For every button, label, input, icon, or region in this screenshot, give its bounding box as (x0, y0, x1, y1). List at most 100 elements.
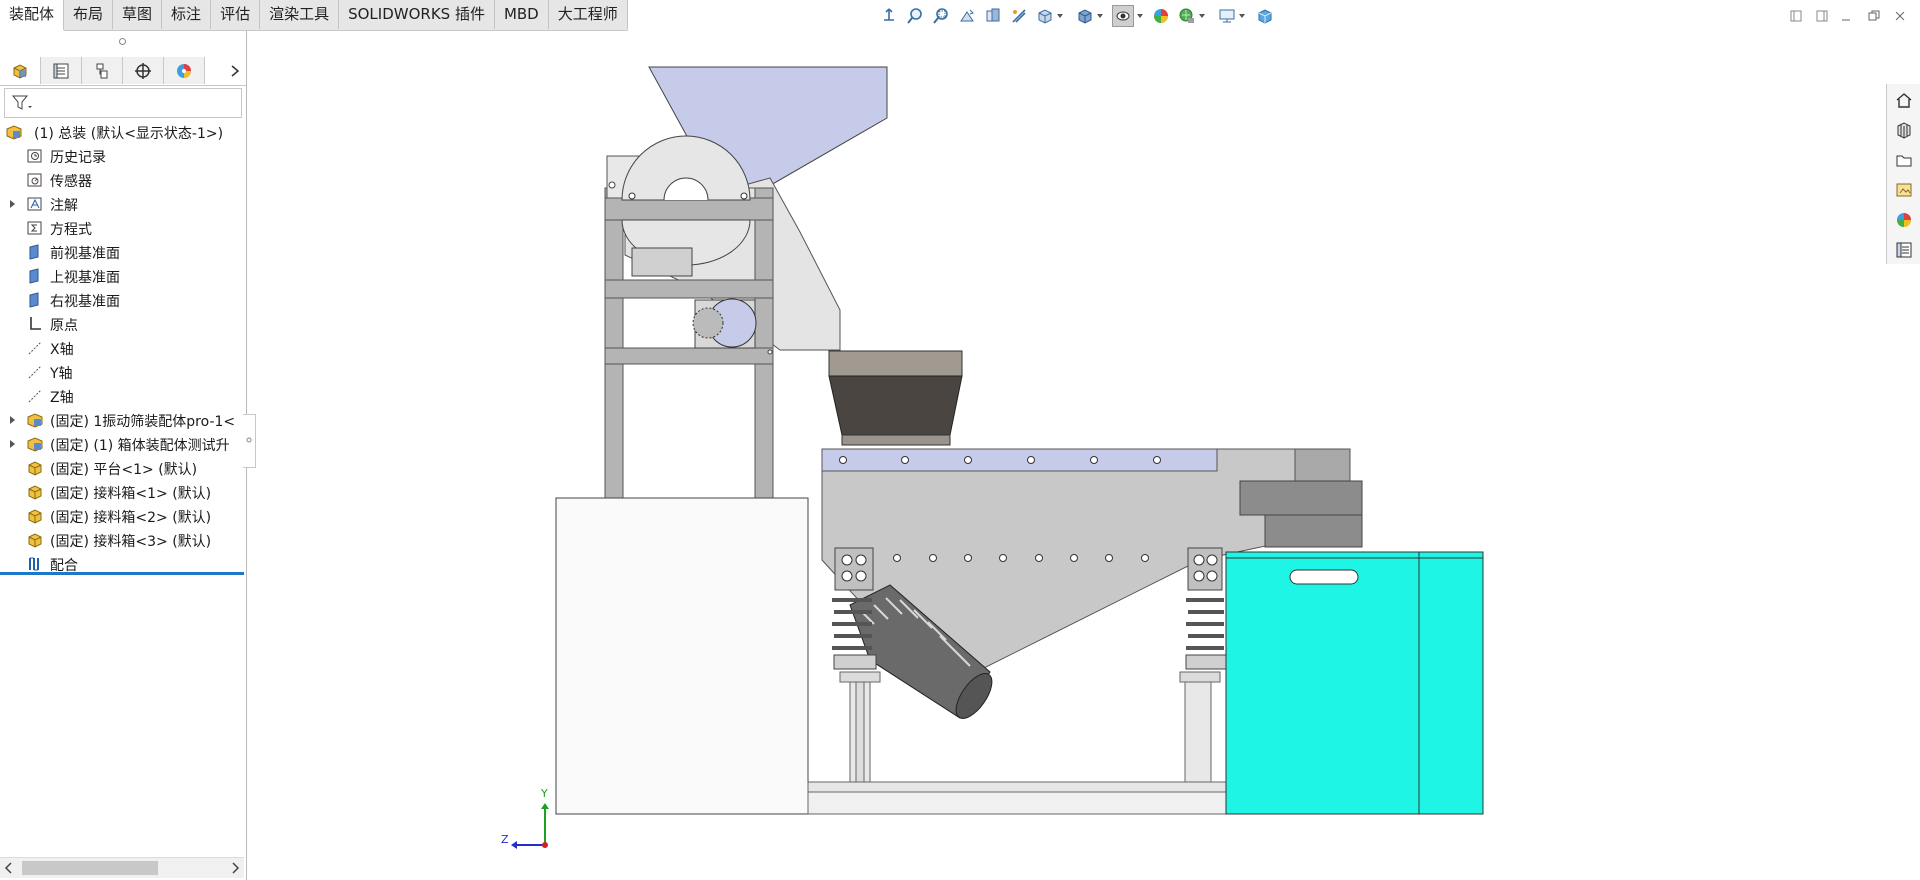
part-icon (28, 509, 42, 524)
tree-item-label: 上视基准面 (50, 270, 120, 286)
axis-icon (28, 389, 42, 403)
home-icon[interactable] (1892, 88, 1916, 112)
dimxpert-manager-icon[interactable] (123, 57, 164, 84)
zoom-to-area-icon[interactable] (930, 5, 952, 27)
tile-left-icon[interactable] (1786, 6, 1806, 26)
view-palette-icon[interactable] (1892, 178, 1916, 202)
tree-root-label: (1) 总装 (默认<显示状态-1>) (34, 126, 224, 142)
previous-view-icon[interactable] (956, 5, 978, 27)
property-manager-icon[interactable] (41, 57, 82, 84)
tree-item[interactable]: (固定) 接料箱<2> (默认) (0, 504, 246, 528)
tree-root-assembly[interactable]: (1) 总装 (默认<显示状态-1>) (0, 120, 246, 144)
chevron-down-icon[interactable] (1198, 12, 1206, 20)
tab-solidworks-addins[interactable]: SOLIDWORKS 插件 (339, 0, 495, 29)
tree-item-label: 右视基准面 (50, 294, 120, 310)
display-manager-icon[interactable] (164, 57, 205, 84)
tab-big-engineer[interactable]: 大工程师 (549, 0, 628, 29)
view-orientation-icon[interactable] (878, 5, 900, 27)
assembly-model-view[interactable] (247, 31, 1885, 880)
tree-item[interactable]: 上视基准面 (0, 264, 246, 288)
chevron-down-icon[interactable] (1136, 12, 1144, 20)
tree-item[interactable]: 注解 (0, 192, 246, 216)
part-icon (28, 461, 42, 476)
part-icon (28, 533, 42, 548)
scroll-left-icon[interactable] (4, 862, 14, 874)
restore-icon[interactable] (1864, 6, 1884, 26)
tree-item[interactable]: 方程式 (0, 216, 246, 240)
tree-item[interactable]: (固定) 平台<1> (默认) (0, 456, 246, 480)
tab-evaluate[interactable]: 评估 (211, 0, 261, 29)
graphics-area[interactable]: Y Z (247, 31, 1885, 880)
feature-manager-icon[interactable] (0, 57, 41, 84)
scrollbar-thumb[interactable] (22, 861, 158, 875)
plane-icon (29, 292, 39, 308)
tree-filter-input[interactable] (4, 88, 242, 118)
tab-sketch[interactable]: 草图 (113, 0, 163, 29)
minimize-icon[interactable] (1836, 6, 1856, 26)
filter-icon[interactable] (11, 94, 33, 112)
3d-view-icon[interactable] (1254, 5, 1276, 27)
design-library-icon[interactable] (1892, 118, 1916, 142)
tree-item[interactable]: 右视基准面 (0, 288, 246, 312)
tree-item[interactable]: X轴 (0, 336, 246, 360)
axis-icon (28, 341, 42, 355)
horizontal-scrollbar[interactable] (0, 857, 244, 878)
part-icon (28, 485, 42, 500)
chevron-down-icon[interactable] (1096, 12, 1104, 20)
right-spring-seat (1185, 547, 1227, 670)
tree-item[interactable]: (固定) (1) 箱体装配体测试升 (0, 432, 246, 456)
chevron-right-icon[interactable] (228, 61, 242, 81)
tree-item-label: (固定) 接料箱<2> (默认) (50, 510, 212, 526)
tree-item[interactable]: 前视基准面 (0, 240, 246, 264)
axis-icon (28, 365, 42, 379)
tree-item[interactable]: Y轴 (0, 360, 246, 384)
tree-item[interactable]: Z轴 (0, 384, 246, 408)
collection-bin (1225, 551, 1484, 815)
tab-assembly[interactable]: 装配体 (0, 0, 65, 31)
view-setting-display-icon[interactable] (1216, 5, 1238, 27)
task-pane (1886, 84, 1920, 264)
command-manager-tabs: 装配体 布局 草图 标注 评估 渲染工具 SOLIDWORKS 插件 MBD 大… (0, 0, 628, 31)
tab-layout[interactable]: 布局 (64, 0, 114, 29)
crusher-motor (692, 298, 757, 349)
tree-item[interactable]: 原点 (0, 312, 246, 336)
close-icon[interactable] (1890, 6, 1910, 26)
file-explorer-icon[interactable] (1892, 148, 1916, 172)
tree-item[interactable]: (固定) 接料箱<1> (默认) (0, 480, 246, 504)
section-view-icon[interactable] (982, 5, 1004, 27)
zoom-to-fit-icon[interactable] (904, 5, 926, 27)
display-style-icon[interactable] (1074, 5, 1096, 27)
tree-item[interactable]: 历史记录 (0, 144, 246, 168)
history-icon (27, 149, 42, 163)
expand-arrow-icon[interactable] (7, 415, 17, 425)
tab-mbd[interactable]: MBD (495, 0, 549, 29)
tree-item-label: (固定) 平台<1> (默认) (50, 462, 198, 478)
mates-icon (29, 557, 39, 571)
tree-item[interactable]: (固定) 1振动筛装配体pro-1< (0, 408, 246, 432)
assembly-icon (6, 125, 22, 140)
tile-right-icon[interactable] (1812, 6, 1832, 26)
tree-item[interactable]: 传感器 (0, 168, 246, 192)
tree-item[interactable]: (固定) 接料箱<3> (默认) (0, 528, 246, 552)
tree-item-label: 历史记录 (50, 150, 106, 166)
custom-properties-icon[interactable] (1892, 238, 1916, 262)
expand-arrow-icon[interactable] (7, 439, 17, 449)
configuration-manager-icon[interactable] (82, 57, 123, 84)
tree-item-label: (固定) (1) 箱体装配体测试升 (50, 438, 230, 454)
scroll-right-icon[interactable] (230, 862, 240, 874)
edit-appearance-icon[interactable] (1150, 5, 1172, 27)
chevron-down-icon[interactable] (1056, 12, 1064, 20)
tree-rollback-bar[interactable] (0, 572, 244, 575)
view-settings-icon[interactable] (1034, 5, 1056, 27)
hide-show-items-icon[interactable] (1112, 5, 1134, 27)
apply-scene-icon[interactable] (1176, 5, 1198, 27)
appearances-icon[interactable] (1892, 208, 1916, 232)
tab-render-tools[interactable]: 渲染工具 (260, 0, 340, 29)
origin-icon (30, 317, 41, 330)
expand-arrow-icon[interactable] (7, 199, 17, 209)
tab-markup[interactable]: 标注 (162, 0, 212, 29)
panel-grip-icon[interactable] (119, 38, 126, 45)
dynamic-annotation-icon[interactable] (1008, 5, 1030, 27)
equation-icon (27, 221, 42, 235)
chevron-down-icon[interactable] (1238, 12, 1246, 20)
